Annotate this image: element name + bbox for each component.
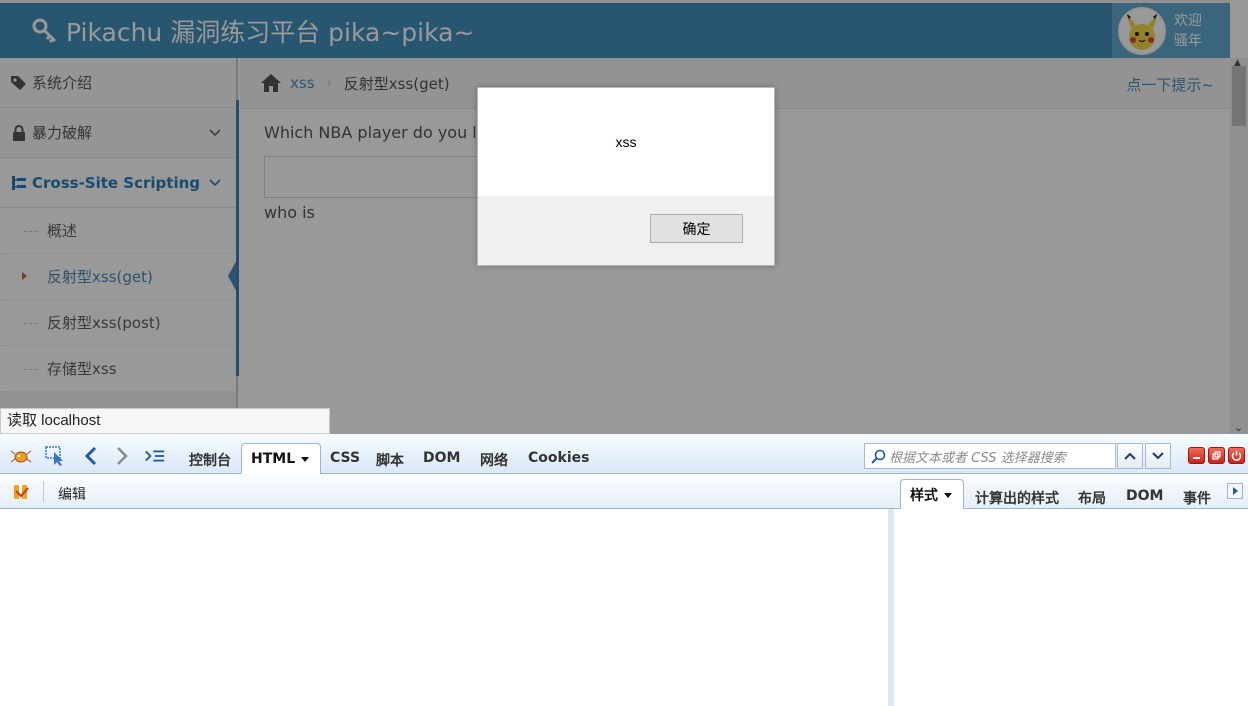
toolbar-separator: [43, 481, 44, 502]
forward-icon[interactable]: [111, 446, 133, 466]
edit-button[interactable]: 编辑: [58, 484, 86, 504]
command-line-icon[interactable]: [144, 446, 166, 466]
search-placeholder: 根据文本或者 CSS 选择器搜索: [889, 450, 1066, 466]
tab-html[interactable]: HTML: [241, 443, 321, 474]
alert-message: xss: [615, 134, 637, 150]
side-tab-dom[interactable]: DOM: [1126, 488, 1163, 504]
search-next-button[interactable]: [1145, 443, 1171, 469]
side-tab-events[interactable]: 事件: [1183, 488, 1211, 508]
side-tab-layout[interactable]: 布局: [1078, 488, 1106, 508]
firebug-toolbar: 控制台 HTML CSS 脚本 DOM 网络 Cookies 根据文本或者 CS…: [0, 434, 1248, 474]
web-page: Pikachu 漏洞练习平台 pika~pika~ 欢迎 骚年 系统介绍 暴力破…: [0, 0, 1248, 434]
side-tab-computed[interactable]: 计算出的样式: [975, 488, 1059, 508]
inspect-pointer-icon[interactable]: [45, 446, 67, 466]
alert-ok-button[interactable]: 确定: [650, 214, 743, 243]
chevron-up-icon: [1124, 452, 1136, 460]
firebug-panel: 控制台 HTML CSS 脚本 DOM 网络 Cookies 根据文本或者 CS…: [0, 434, 1248, 706]
tab-dom[interactable]: DOM: [423, 450, 460, 466]
tab-cookies[interactable]: Cookies: [528, 450, 589, 466]
search-prev-button[interactable]: [1117, 443, 1143, 469]
style-side-panel[interactable]: [894, 509, 1248, 706]
alert-dialog: xss 确定: [477, 87, 775, 266]
detach-window-icon[interactable]: [1208, 447, 1225, 464]
side-tab-style[interactable]: 样式: [900, 479, 964, 510]
tab-css[interactable]: CSS: [330, 450, 360, 466]
chevron-down-icon: [1152, 452, 1164, 460]
tab-net[interactable]: 网络: [480, 450, 508, 470]
firebug-search-input[interactable]: 根据文本或者 CSS 选择器搜索: [864, 443, 1116, 469]
firebug-bug-icon[interactable]: [10, 446, 32, 466]
alert-footer: 确定: [478, 196, 774, 265]
html-tree-panel[interactable]: [0, 509, 888, 706]
side-tab-style-label: 样式: [910, 488, 938, 504]
tab-console[interactable]: 控制台: [189, 450, 231, 470]
break-on-mutate-icon[interactable]: [12, 483, 32, 501]
tab-script[interactable]: 脚本: [376, 450, 404, 470]
search-icon: [871, 449, 886, 464]
arrow-right-icon: [1232, 487, 1238, 495]
power-off-icon[interactable]: [1228, 447, 1245, 464]
status-bar: 读取 localhost: [0, 408, 330, 434]
dropdown-arrow-icon: [944, 492, 952, 498]
dropdown-arrow-icon: [301, 456, 310, 462]
more-tabs-button[interactable]: [1227, 483, 1243, 499]
back-icon[interactable]: [80, 446, 102, 466]
minimize-icon[interactable]: [1188, 447, 1205, 464]
tab-html-label: HTML: [251, 451, 296, 467]
firebug-subtoolbar: 编辑 样式 计算出的样式 布局 DOM 事件: [0, 474, 1248, 510]
